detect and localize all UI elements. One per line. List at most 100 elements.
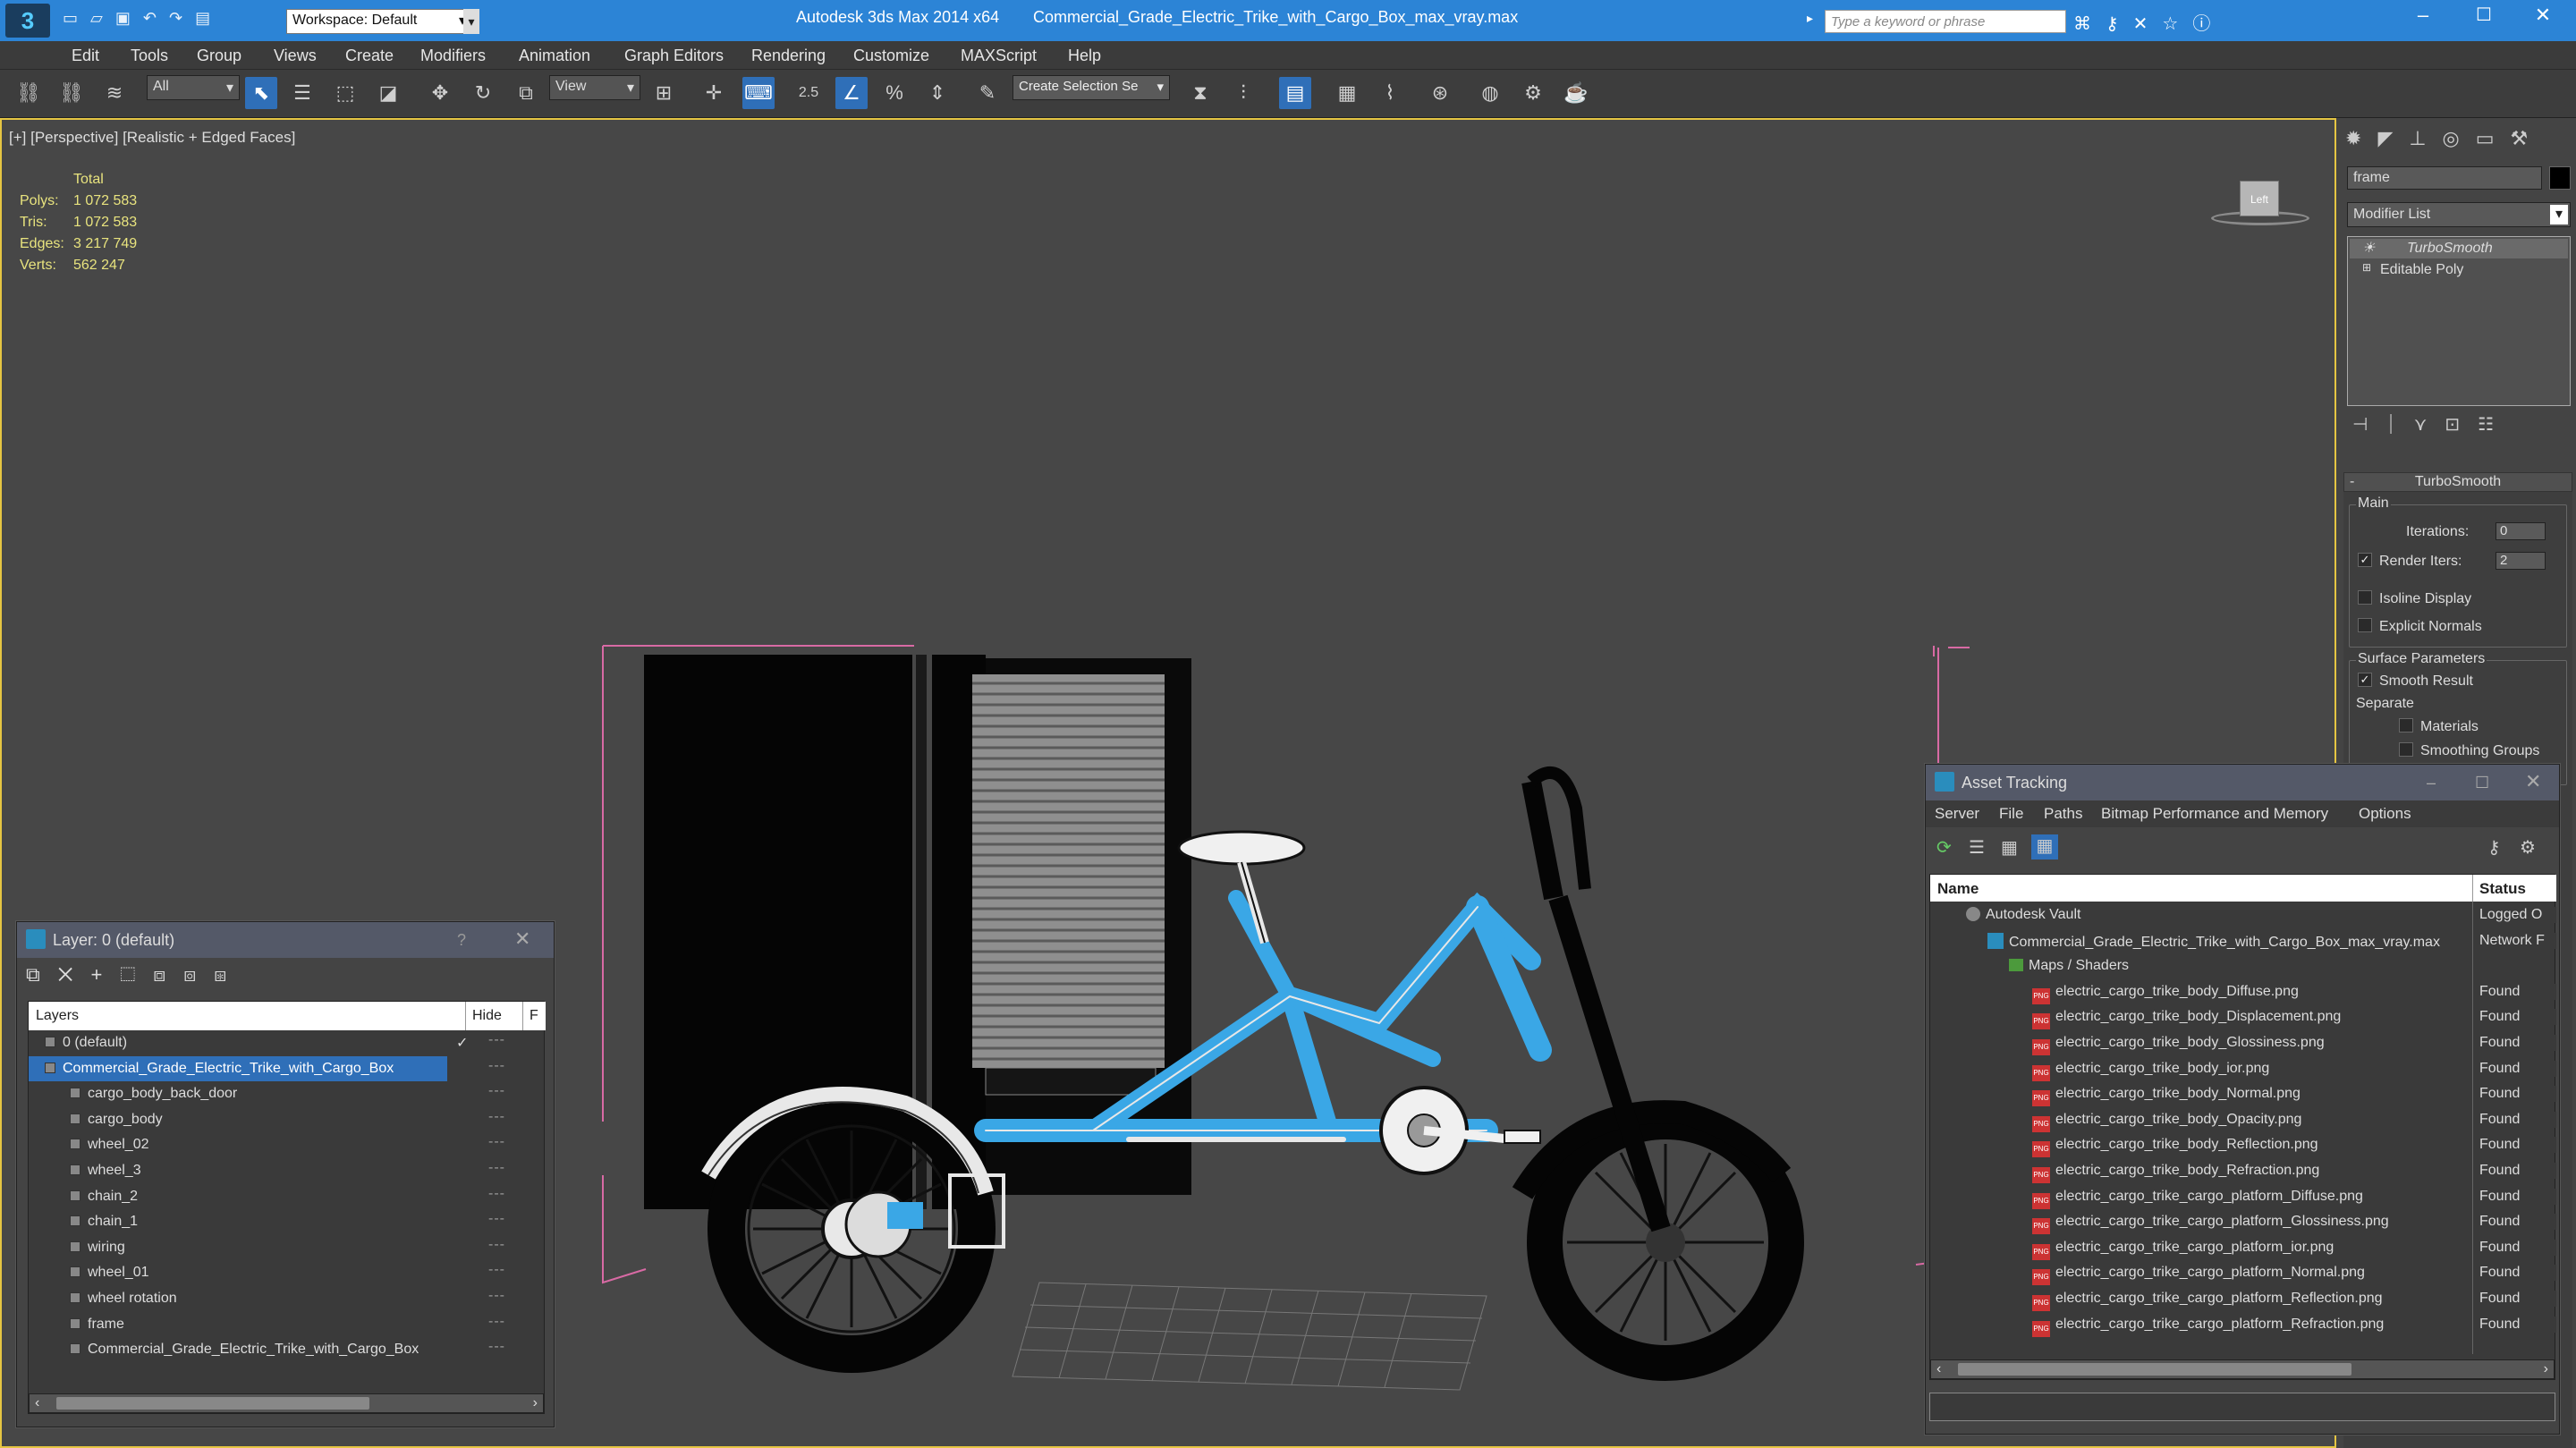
asset-path-field[interactable] bbox=[1929, 1393, 2555, 1421]
isoline-display-checkbox[interactable] bbox=[2358, 590, 2372, 605]
open-file-icon[interactable]: ▱ bbox=[90, 9, 115, 27]
rotate-icon[interactable]: ↻ bbox=[467, 77, 499, 109]
layer-row[interactable]: 0 (default) ✓ --- bbox=[29, 1030, 546, 1055]
hide-toggle-icon[interactable]: --- bbox=[488, 1083, 505, 1099]
reference-coordinate-dropdown[interactable]: View ▾ bbox=[549, 75, 640, 100]
asset-menu-file[interactable]: File bbox=[1999, 805, 2023, 823]
asset-row[interactable]: Commercial_Grade_Electric_Trike_with_Car… bbox=[1930, 929, 2556, 954]
pin-stack-icon[interactable]: ⊣ bbox=[2352, 415, 2385, 435]
layer-row[interactable]: wheel rotation --- bbox=[29, 1286, 546, 1311]
star-icon[interactable]: ☆ bbox=[2162, 14, 2192, 34]
materials-checkbox[interactable] bbox=[2399, 718, 2413, 732]
menu-modifiers[interactable]: Modifiers bbox=[420, 47, 486, 65]
key-icon[interactable]: ⚷ bbox=[2106, 14, 2133, 34]
stack-item-editable-poly[interactable]: ⊞ Editable Poly bbox=[2350, 260, 2568, 280]
asset-row[interactable]: PNG electric_cargo_trike_body_ior.png Foun… bbox=[1930, 1057, 2556, 1082]
save-file-icon[interactable]: ▣ bbox=[115, 9, 143, 27]
remove-modifier-icon[interactable]: ⊡ bbox=[2445, 415, 2478, 435]
render-iters-spinner[interactable]: 2 bbox=[2496, 552, 2546, 570]
scroll-right-icon[interactable]: › bbox=[2544, 1361, 2548, 1377]
layer-help-button[interactable]: ? bbox=[457, 931, 466, 950]
schematic-view-icon[interactable]: ⊛ bbox=[1424, 77, 1456, 109]
object-color-swatch[interactable] bbox=[2549, 166, 2571, 190]
menu-customize[interactable]: Customize bbox=[853, 47, 929, 65]
workspace-dropdown[interactable]: Workspace: Default ▾ bbox=[286, 9, 472, 34]
show-end-result-icon[interactable]: ⏐ bbox=[2385, 415, 2413, 435]
hierarchy-tab-icon[interactable]: ⊥ bbox=[2409, 127, 2442, 149]
select-manipulate-icon[interactable]: ✛ bbox=[698, 77, 730, 109]
search-expand-icon[interactable]: ▸ bbox=[1807, 11, 1821, 32]
object-name-field[interactable]: frame bbox=[2347, 166, 2542, 190]
app-logo-icon[interactable]: 3 bbox=[5, 4, 50, 38]
asset-row[interactable]: PNG electric_cargo_trike_cargo_platform_R… bbox=[1930, 1313, 2556, 1338]
move-icon[interactable]: ✥ bbox=[424, 77, 456, 109]
asset-row[interactable]: PNG electric_cargo_trike_cargo_platform_G… bbox=[1930, 1210, 2556, 1235]
scroll-thumb[interactable] bbox=[56, 1397, 369, 1410]
keyboard-shortcut-override-icon[interactable]: ⌨ bbox=[742, 77, 775, 109]
display-tab-icon[interactable]: ▭ bbox=[2476, 127, 2511, 149]
hide-toggle-icon[interactable]: --- bbox=[488, 1032, 505, 1048]
maximize-button[interactable]: ☐ bbox=[2465, 4, 2503, 36]
motion-tab-icon[interactable]: ◎ bbox=[2443, 127, 2476, 149]
unlink-icon[interactable]: ⛓ bbox=[55, 77, 88, 109]
layer-row[interactable]: cargo_body --- bbox=[29, 1107, 546, 1132]
render-setup-icon[interactable]: ⚙ bbox=[1517, 77, 1549, 109]
expand-icon[interactable]: ⊞ bbox=[2362, 261, 2371, 274]
modifier-stack[interactable]: ☀ TurboSmooth ⊞ Editable Poly bbox=[2347, 236, 2571, 406]
scroll-thumb[interactable] bbox=[1958, 1363, 2351, 1376]
layer-close-button[interactable]: ✕ bbox=[514, 927, 530, 951]
asset-horizontal-scrollbar[interactable]: ‹ › bbox=[1930, 1359, 2555, 1379]
asset-row[interactable]: PNG electric_cargo_trike_cargo_platform_i… bbox=[1930, 1236, 2556, 1261]
new-file-icon[interactable]: ▭ bbox=[63, 9, 90, 27]
col-name[interactable]: Name bbox=[1937, 880, 1979, 898]
menu-graph-editors[interactable]: Graph Editors bbox=[624, 47, 724, 65]
menu-views[interactable]: Views bbox=[274, 47, 317, 65]
asset-row[interactable]: PNG electric_cargo_trike_body_Displacemen… bbox=[1930, 1005, 2556, 1030]
exchange-icon[interactable]: ✕ bbox=[2133, 14, 2163, 34]
menu-edit[interactable]: Edit bbox=[72, 47, 99, 65]
smoothing-groups-checkbox[interactable] bbox=[2399, 742, 2413, 757]
refresh-icon[interactable]: ⟳ bbox=[1936, 836, 1952, 859]
menu-rendering[interactable]: Rendering bbox=[751, 47, 826, 65]
percent-snap-icon[interactable]: % bbox=[878, 77, 911, 109]
project-folder-icon[interactable]: ▤ bbox=[195, 9, 223, 27]
thumbnail-view-icon[interactable]: ▦ bbox=[2001, 836, 2018, 859]
hide-toggle-icon[interactable]: --- bbox=[488, 1109, 505, 1125]
hide-toggle-icon[interactable]: --- bbox=[488, 1186, 505, 1202]
hide-toggle-icon[interactable]: --- bbox=[488, 1211, 505, 1227]
bind-space-warp-icon[interactable]: ≋ bbox=[98, 77, 131, 109]
menu-maxscript[interactable]: MAXScript bbox=[961, 47, 1037, 65]
add-to-layer-icon[interactable]: + bbox=[90, 963, 120, 986]
hide-toggle-icon[interactable]: --- bbox=[488, 1134, 505, 1150]
menu-group[interactable]: Group bbox=[197, 47, 242, 65]
layer-row[interactable]: cargo_body_back_door --- bbox=[29, 1081, 546, 1106]
pivot-center-icon[interactable]: ⊞ bbox=[648, 77, 680, 109]
create-tab-icon[interactable]: ✹ bbox=[2345, 127, 2377, 149]
layer-manager-icon[interactable]: ▤ bbox=[1279, 77, 1311, 109]
asset-close-button[interactable]: ✕ bbox=[2525, 770, 2541, 793]
highlight-layer-icon[interactable]: ⧈ bbox=[153, 963, 183, 986]
hide-all-icon[interactable]: ⧇ bbox=[183, 963, 214, 986]
render-icon[interactable]: ☕ bbox=[1560, 77, 1592, 109]
layer-row[interactable]: wheel_01 --- bbox=[29, 1260, 546, 1285]
asset-row[interactable]: PNG electric_cargo_trike_cargo_platform_R… bbox=[1930, 1287, 2556, 1312]
hide-toggle-icon[interactable]: --- bbox=[488, 1339, 505, 1355]
explicit-normals-checkbox[interactable] bbox=[2358, 618, 2372, 632]
col-status[interactable]: Status bbox=[2479, 880, 2526, 898]
asset-menu-server[interactable]: Server bbox=[1935, 805, 1979, 823]
select-objects-icon[interactable]: ⬚ bbox=[120, 963, 153, 986]
asset-row[interactable]: Maps / Shaders bbox=[1930, 954, 2556, 979]
edit-named-selection-icon[interactable]: ✎ bbox=[971, 77, 1004, 109]
named-selection-dropdown[interactable]: Create Selection Se ▾ bbox=[1013, 75, 1170, 100]
select-by-name-icon[interactable]: ☰ bbox=[286, 77, 318, 109]
customize-qat-button[interactable]: ▾ bbox=[463, 9, 479, 34]
layer-row[interactable]: frame --- bbox=[29, 1312, 546, 1337]
spinner-snap-icon[interactable]: ⇕ bbox=[921, 77, 953, 109]
crankset[interactable] bbox=[1379, 1086, 1541, 1175]
vault-login-icon[interactable]: ⚷ bbox=[2487, 836, 2501, 859]
layer-window-titlebar[interactable]: Layer: 0 (default) ? ✕ bbox=[17, 922, 554, 958]
viewcube[interactable]: Left bbox=[2211, 175, 2309, 238]
asset-maximize-button[interactable]: ☐ bbox=[2475, 774, 2489, 792]
hide-toggle-icon[interactable]: --- bbox=[488, 1262, 505, 1278]
scale-icon[interactable]: ⧉ bbox=[510, 77, 542, 109]
